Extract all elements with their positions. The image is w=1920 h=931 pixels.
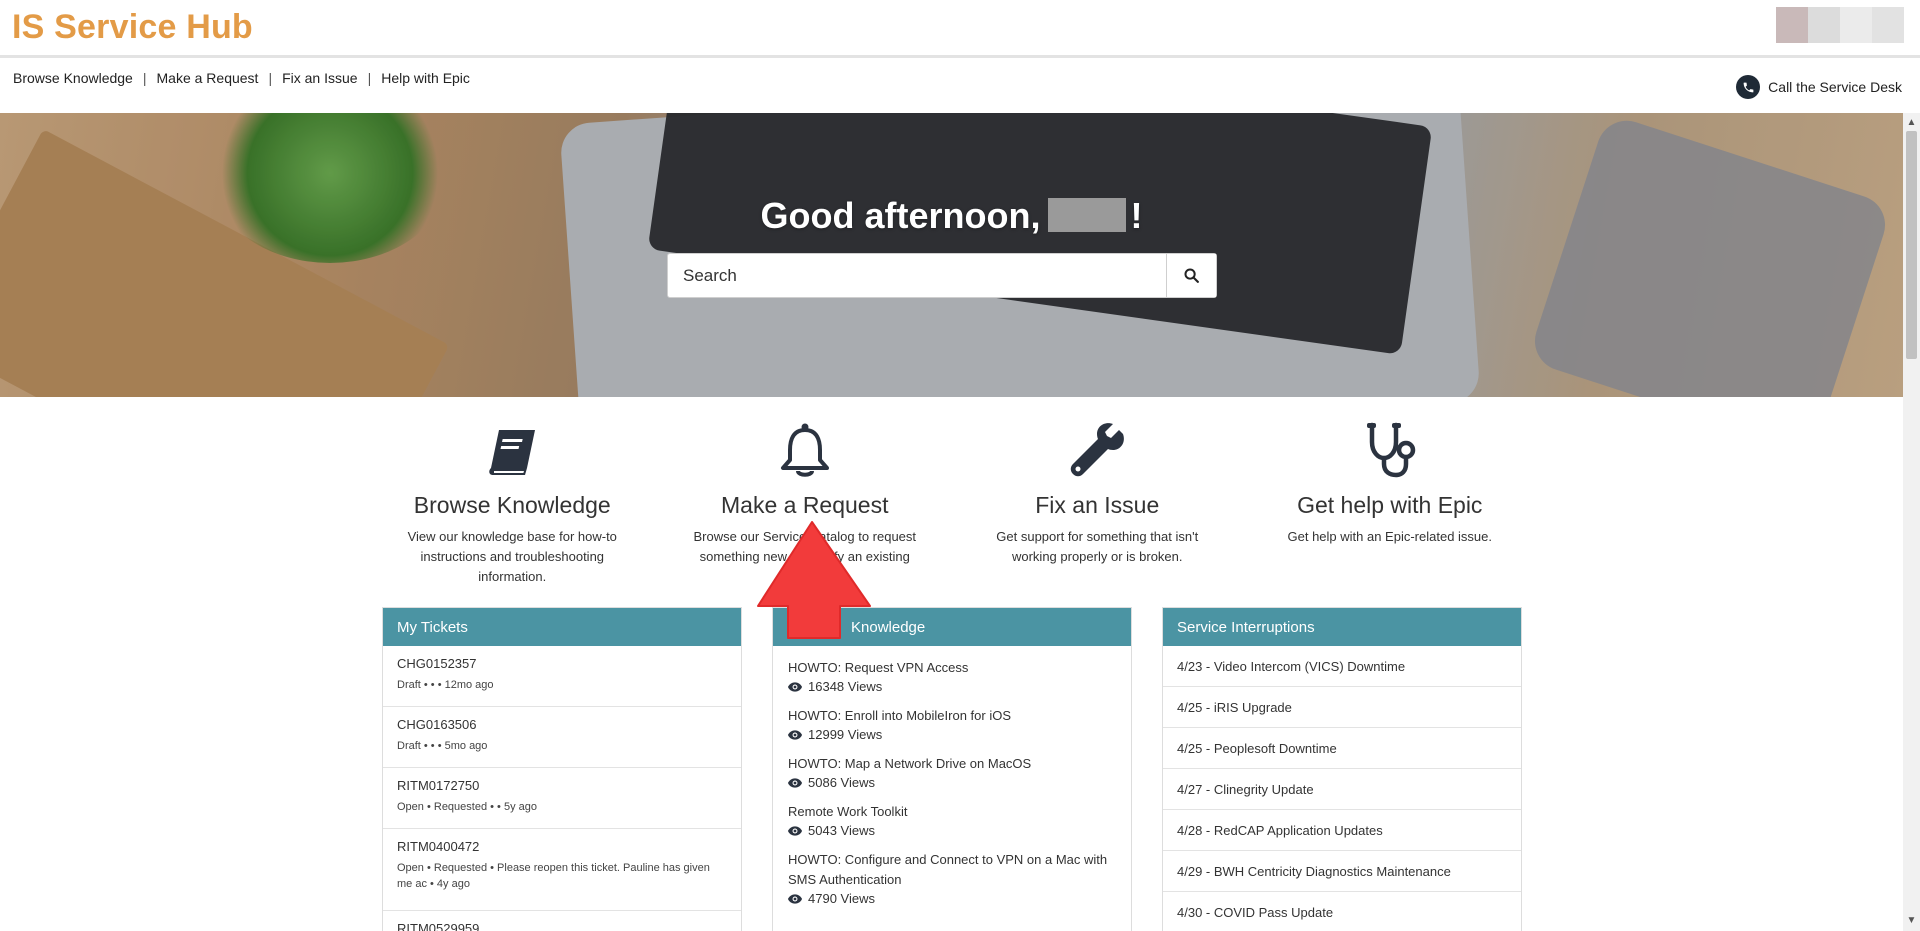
ticket-number: CHG0163506 <box>397 717 477 732</box>
nav-separator: | <box>268 70 273 86</box>
article-views: 16348 Views <box>808 679 883 694</box>
scroll-down-arrow-icon[interactable]: ▼ <box>1903 913 1920 929</box>
category-browse-knowledge[interactable]: Browse Knowledge View our knowledge base… <box>366 416 659 587</box>
article-views: 12999 Views <box>808 727 883 742</box>
search-button[interactable] <box>1166 254 1216 297</box>
search-input[interactable] <box>668 254 1166 297</box>
eye-icon <box>788 826 802 836</box>
interruption-item[interactable]: 4/25 - Peoplesoft Downtime <box>1163 728 1521 769</box>
user-avatar[interactable] <box>1776 7 1904 43</box>
article-title: HOWTO: Map a Network Drive on MacOS <box>788 756 1032 771</box>
category-tiles: Browse Knowledge View our knowledge base… <box>366 416 1536 587</box>
ticket-meta: Draft • • • 5mo ago <box>397 740 488 752</box>
ticket-meta: Open • Requested • • 5y ago <box>397 801 537 813</box>
nav-make-request[interactable]: Make a Request <box>157 70 259 86</box>
category-title: Get help with Epic <box>1297 492 1483 518</box>
redacted-username <box>1048 198 1127 232</box>
hero-banner: Good afternoon,! <box>0 113 1903 397</box>
knowledge-article[interactable]: HOWTO: Map a Network Drive on MacOS 5086… <box>788 754 1116 792</box>
panel-header: My Tickets <box>383 608 741 646</box>
brand-logo[interactable]: IS Service Hub <box>12 8 253 47</box>
category-title: Make a Request <box>721 492 889 518</box>
service-interruptions-panel: Service Interruptions 4/23 - Video Inter… <box>1162 607 1522 931</box>
ticket-row[interactable]: CHG0163506 Draft • • • 5mo ago <box>383 707 741 768</box>
article-title: Remote Work Toolkit <box>788 804 908 819</box>
nav-fix-issue[interactable]: Fix an Issue <box>282 70 357 86</box>
stethoscope-icon <box>1366 422 1415 478</box>
scrollbar-thumb[interactable] <box>1906 131 1917 359</box>
nav-separator: | <box>142 70 147 86</box>
ticket-number: RITM0400472 <box>397 839 480 854</box>
category-title: Fix an Issue <box>1035 492 1160 518</box>
page-scrollbar[interactable]: ▲ ▼ <box>1903 113 1920 931</box>
ticket-row[interactable]: RITM0400472 Open • Requested • Please re… <box>383 829 741 911</box>
interruption-item[interactable]: 4/23 - Video Intercom (VICS) Downtime <box>1163 646 1521 687</box>
greeting-exclaim: ! <box>1130 195 1143 236</box>
greeting-heading: Good afternoon,! <box>0 195 1903 237</box>
article-title: HOWTO: Request VPN Access <box>788 660 969 675</box>
eye-icon <box>788 894 802 904</box>
knowledge-article[interactable]: HOWTO: Enroll into MobileIron for iOS 12… <box>788 706 1116 744</box>
ticket-number: CHG0152357 <box>397 656 477 671</box>
category-fix-issue[interactable]: Fix an Issue Get support for something t… <box>951 416 1244 587</box>
eye-icon <box>788 730 802 740</box>
top-bar: IS Service Hub <box>0 0 1920 58</box>
article-title: HOWTO: Enroll into MobileIron for iOS <box>788 708 1011 723</box>
ticket-row[interactable]: RITM0172750 Open • Requested • • 5y ago <box>383 768 741 829</box>
secondary-nav: Browse Knowledge | Make a Request | Fix … <box>13 70 470 86</box>
nav-help-epic[interactable]: Help with Epic <box>381 70 470 86</box>
knowledge-article[interactable]: HOWTO: Request VPN Access 16348 Views <box>788 658 1116 696</box>
eye-icon <box>788 682 802 692</box>
category-help-epic[interactable]: Get help with Epic Get help with an Epic… <box>1244 416 1537 587</box>
ticket-number: RITM0172750 <box>397 778 480 793</box>
search-icon <box>1184 268 1199 283</box>
ticket-row[interactable]: RITM0529959 <box>383 911 741 931</box>
category-description: View our knowledge base for how-to instr… <box>407 529 617 584</box>
search-bar <box>667 253 1217 298</box>
book-icon <box>489 430 536 475</box>
scroll-up-arrow-icon[interactable]: ▲ <box>1903 115 1920 131</box>
ticket-row[interactable]: CHG0152357 Draft • • • 12mo ago <box>383 646 741 707</box>
article-views: 5043 Views <box>808 823 875 838</box>
nav-browse-knowledge[interactable]: Browse Knowledge <box>13 70 133 86</box>
ticket-number: RITM0529959 <box>397 921 480 931</box>
category-title: Browse Knowledge <box>413 492 611 518</box>
phone-icon <box>1736 75 1761 99</box>
category-description: Get support for something that isn't wor… <box>996 529 1199 564</box>
my-tickets-panel: My Tickets CHG0152357 Draft • • • 12mo a… <box>382 607 742 931</box>
call-service-desk-link[interactable]: Call the Service Desk <box>1736 75 1902 99</box>
panel-header: Service Interruptions <box>1163 608 1521 646</box>
interruption-item[interactable]: 4/29 - BWH Centricity Diagnostics Mainte… <box>1163 851 1521 892</box>
article-views: 5086 Views <box>808 775 875 790</box>
eye-icon <box>788 778 802 788</box>
nav-separator: | <box>367 70 372 86</box>
wrench-icon <box>1071 423 1125 477</box>
ticket-meta: Open • Requested • Please reopen this ti… <box>397 862 710 890</box>
ticket-meta: Draft • • • 12mo ago <box>397 679 494 691</box>
interruption-item[interactable]: 4/25 - iRIS Upgrade <box>1163 687 1521 728</box>
knowledge-list: HOWTO: Request VPN Access 16348 Views HO… <box>773 646 1131 908</box>
category-description: Get help with an Epic-related issue. <box>1287 529 1493 544</box>
article-title: HOWTO: Configure and Connect to VPN on a… <box>788 852 1108 887</box>
interruption-item[interactable]: 4/28 - RedCAP Application Updates <box>1163 810 1521 851</box>
red-pointer-arrow-annotation <box>757 521 871 639</box>
greeting-text: Good afternoon, <box>760 195 1041 236</box>
call-service-desk-label: Call the Service Desk <box>1768 79 1902 95</box>
interruption-item[interactable]: 4/30 - COVID Pass Update <box>1163 892 1521 931</box>
knowledge-panel: Knowledge HOWTO: Request VPN Access 1634… <box>772 607 1132 931</box>
interruption-item[interactable]: 4/27 - Clinegrity Update <box>1163 769 1521 810</box>
article-views: 4790 Views <box>808 891 875 906</box>
knowledge-article[interactable]: Remote Work Toolkit 5043 Views <box>788 802 1116 840</box>
knowledge-article[interactable]: HOWTO: Configure and Connect to VPN on a… <box>788 850 1116 908</box>
bell-icon <box>780 423 829 477</box>
